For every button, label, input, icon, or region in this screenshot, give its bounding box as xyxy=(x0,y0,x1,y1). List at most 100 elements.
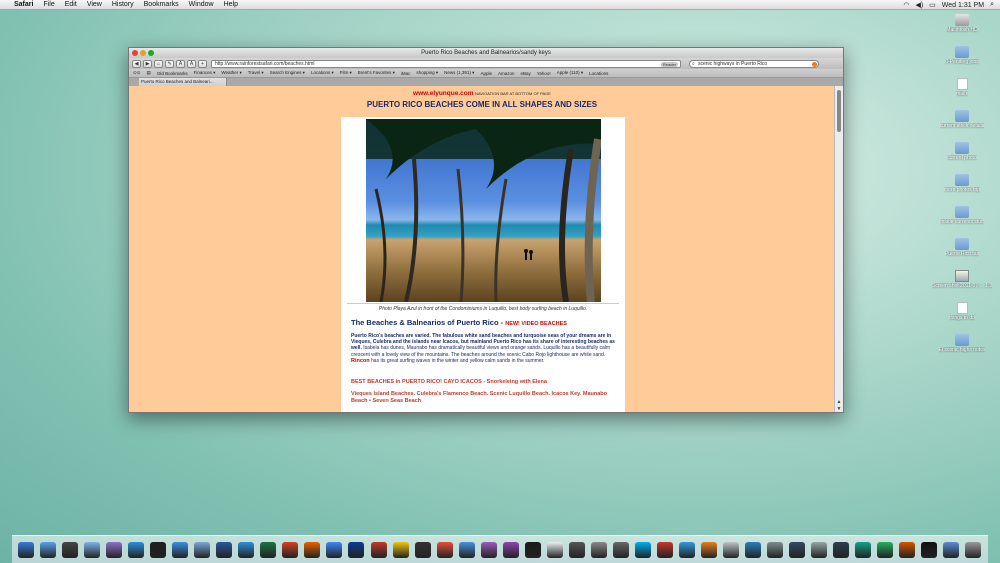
menu-edit[interactable]: Edit xyxy=(65,1,77,8)
scroll-down-icon[interactable]: ▼ xyxy=(836,406,842,412)
bookmark-item[interactable]: shopping ▾ xyxy=(416,70,438,76)
beach-links[interactable]: Vieques Island Beaches. Culebra's Flamen… xyxy=(351,391,617,405)
bookmark-item[interactable]: Locations xyxy=(589,71,608,76)
bookmark-item[interactable]: iMac xyxy=(401,71,411,76)
appstore-icon[interactable] xyxy=(40,541,57,558)
desktop-icon[interactable]: Macintosh HD xyxy=(932,14,992,40)
desktop-icon[interactable]: 0-Pending jobs xyxy=(932,46,992,72)
desktop-icon[interactable]: current stock details xyxy=(932,110,992,136)
desktop-icon[interactable]: current photo xyxy=(932,142,992,168)
sysprefs-icon[interactable] xyxy=(767,541,784,558)
dashboard-icon[interactable] xyxy=(62,541,79,558)
photoshop-icon[interactable] xyxy=(348,541,365,558)
screenshot-icon[interactable] xyxy=(877,541,894,558)
trash-icon[interactable] xyxy=(965,541,982,558)
bookmark-item[interactable]: Apple (110) ▾ xyxy=(557,70,583,76)
utility-icon[interactable] xyxy=(612,541,629,558)
bookmark-item[interactable]: Brent's Favorites ▾ xyxy=(358,70,395,76)
rincon-link[interactable]: Rincon xyxy=(351,358,370,364)
text-bigger-button[interactable]: A xyxy=(187,59,196,68)
vertical-scrollbar[interactable]: ▲ ▼ xyxy=(834,86,843,412)
text-smaller-button[interactable]: A xyxy=(176,59,185,68)
mission-icon[interactable] xyxy=(106,541,123,558)
clock[interactable]: Wed 1:31 PM xyxy=(942,2,984,9)
safari-icon[interactable] xyxy=(172,541,189,558)
close-icon[interactable] xyxy=(132,50,138,56)
word-icon[interactable] xyxy=(216,541,233,558)
snapback-icon[interactable] xyxy=(812,61,817,67)
facetime-icon[interactable] xyxy=(84,541,101,558)
menu-bookmarks[interactable]: Bookmarks xyxy=(144,1,179,8)
mail-icon[interactable] xyxy=(194,541,211,558)
bookmark-item[interactable]: Search Engines ▾ xyxy=(270,70,305,76)
wifi-icon[interactable] xyxy=(811,541,828,558)
terminal-icon[interactable] xyxy=(921,541,938,558)
reading-list-icon[interactable]: ⊙⊙ xyxy=(133,70,141,76)
calendar-icon[interactable] xyxy=(436,541,453,558)
wifi-icon[interactable]: ◠ xyxy=(903,1,909,9)
menu-view[interactable]: View xyxy=(87,1,102,8)
zoom-icon[interactable] xyxy=(148,50,154,56)
textedit-icon[interactable] xyxy=(546,541,563,558)
site-link[interactable]: www.elyunque.com xyxy=(413,90,473,97)
search-field[interactable]: ⌕ scenic highways in Puerto Rico xyxy=(689,59,819,68)
bookmark-item[interactable]: Travel ▾ xyxy=(248,70,264,76)
acrobat-icon[interactable] xyxy=(370,541,387,558)
bookmark-item[interactable]: Apple xyxy=(480,71,492,76)
vm-icon[interactable] xyxy=(899,541,916,558)
quicktime-icon[interactable] xyxy=(524,541,541,558)
chrome-icon[interactable] xyxy=(326,541,343,558)
itunes-icon[interactable] xyxy=(458,541,475,558)
menu-file[interactable]: File xyxy=(43,1,54,8)
home-button[interactable]: ⌂ xyxy=(154,59,163,68)
pages-icon[interactable] xyxy=(392,541,409,558)
desktop-icon[interactable]: more photos trip xyxy=(932,174,992,200)
video-beaches-link[interactable]: NEW! VIDEO BEACHES xyxy=(505,321,567,327)
menu-help[interactable]: Help xyxy=(224,1,238,8)
volume-icon[interactable]: ◀) xyxy=(915,1,923,9)
camera-icon[interactable] xyxy=(855,541,872,558)
bookmark-icon[interactable]: ✎ xyxy=(165,59,174,68)
folder-icon[interactable] xyxy=(943,541,960,558)
menu-window[interactable]: Window xyxy=(189,1,214,8)
desktop-icon[interactable]: mailx xyxy=(932,78,992,104)
scrapbook-icon[interactable] xyxy=(700,541,717,558)
desktop-icon[interactable]: things to do xyxy=(932,302,992,328)
menu-history[interactable]: History xyxy=(112,1,134,8)
best-beaches-link[interactable]: BEST BEACHES in PUERTO RICO! CAYO ICACOS… xyxy=(351,379,617,386)
back-button[interactable]: ◀ xyxy=(132,59,141,68)
menu-app[interactable]: Safari xyxy=(14,1,33,8)
messages-icon[interactable] xyxy=(745,541,762,558)
battery-icon[interactable]: ▭ xyxy=(929,1,936,9)
window-titlebar[interactable]: Puerto Rico Beaches and Balnearios/sandy… xyxy=(129,48,843,58)
aol-icon[interactable] xyxy=(150,541,167,558)
desktop-icon[interactable]: Inside currents stuff xyxy=(932,206,992,232)
add-bookmark-button[interactable]: + xyxy=(198,59,207,68)
finder-icon[interactable] xyxy=(18,541,34,558)
bookmark-item[interactable]: News (1,391) ▾ xyxy=(444,70,474,76)
desktop-icon[interactable]: Puerto Rico tax xyxy=(932,238,992,264)
music-icon[interactable] xyxy=(480,541,497,558)
skype-icon[interactable] xyxy=(634,541,651,558)
spotlight-icon[interactable]: ⌕ xyxy=(990,1,994,9)
reader-button[interactable]: Reader xyxy=(660,61,678,67)
excel-icon[interactable] xyxy=(260,541,277,558)
dvd-icon[interactable] xyxy=(414,541,431,558)
address-bar[interactable]: http://www.rainforestsafari.com/beaches.… xyxy=(211,59,681,68)
bookmarks-icon[interactable]: ▤ xyxy=(147,70,151,76)
bookmark-item[interactable]: Finances ▾ xyxy=(194,70,216,76)
minimize-icon[interactable] xyxy=(140,50,146,56)
bookmark-item[interactable]: eBay xyxy=(520,71,530,76)
printer-icon[interactable] xyxy=(833,541,850,558)
bookmark-item[interactable]: Amazon xyxy=(498,71,515,76)
network-icon[interactable] xyxy=(789,541,806,558)
guitar-icon[interactable] xyxy=(502,541,519,558)
calculator-icon[interactable] xyxy=(568,541,585,558)
preview-icon[interactable] xyxy=(128,541,145,558)
scroll-thumb[interactable] xyxy=(837,90,841,132)
wps-icon[interactable] xyxy=(238,541,255,558)
desktop-icon[interactable]: Screen shot 2011-07-... 1:30 PM xyxy=(932,270,992,296)
tab-current[interactable]: Puerto Rico Beaches and Balneari... xyxy=(139,78,227,86)
bookmark-item[interactable]: Old Bookmarks xyxy=(157,71,188,76)
forward-button[interactable]: ▶ xyxy=(143,59,152,68)
